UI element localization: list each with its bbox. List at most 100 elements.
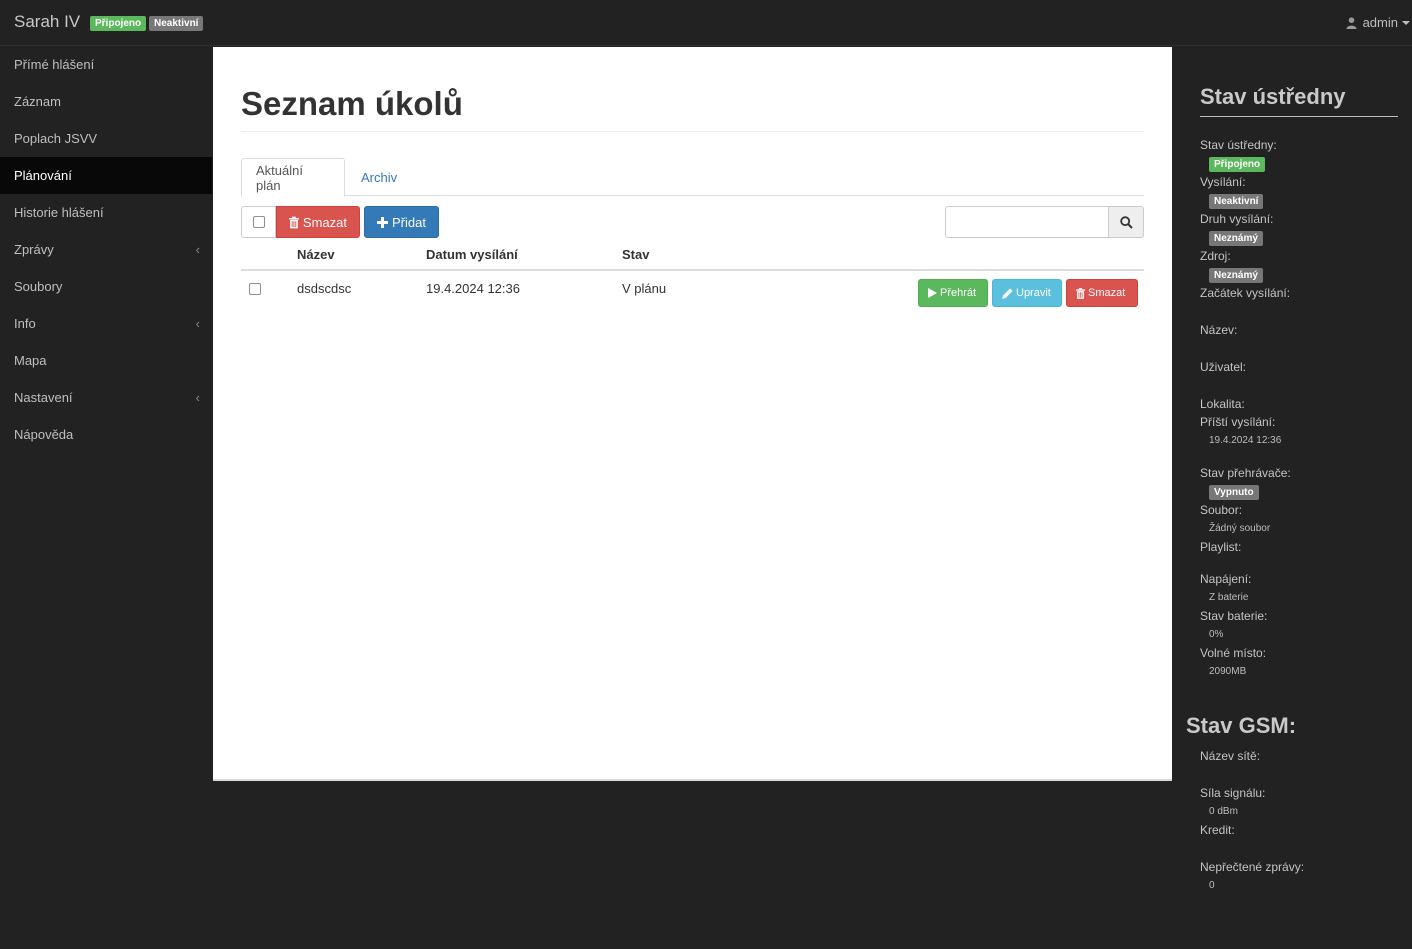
central-state-badge: Připojeno <box>1209 157 1266 172</box>
task-table: Název Datum vysílání Stav dsdscdsc 19.4.… <box>241 240 1144 307</box>
table-row: dsdscdsc 19.4.2024 12:36 V plánu Přehrát… <box>241 271 1144 307</box>
tab-archiv[interactable]: Archiv <box>347 158 411 197</box>
delete-selected-label: Smazat <box>302 214 347 230</box>
select-all-checkbox[interactable] <box>252 216 265 228</box>
top-navbar: Sarah IV Připojeno Neaktivní admin <box>0 0 1412 46</box>
unread-messages-value: 0 <box>1209 880 1215 891</box>
user-name: admin <box>1362 15 1398 30</box>
file-value: Žádný soubor <box>1209 523 1271 534</box>
delete-selected-button[interactable]: Smazat <box>276 206 360 238</box>
main-panel: Seznam úkolů Aktuální plán Archiv Smazat <box>213 47 1172 781</box>
broadcast-type-badge: Neznámý <box>1209 231 1263 246</box>
row-checkbox[interactable] <box>249 283 261 295</box>
chevron-down-icon <box>1402 20 1410 25</box>
credit-label: Kredit: <box>1200 823 1235 837</box>
battery-value: 0% <box>1209 629 1224 640</box>
tab-aktualni-plan[interactable]: Aktuální plán <box>241 158 345 197</box>
sidebar-item-label: Přímé hlášení <box>14 57 95 72</box>
central-state-label: Stav ústředny: <box>1200 138 1277 152</box>
inactive-badge: Neaktivní <box>149 16 204 31</box>
edit-label: Upravit <box>1016 287 1051 299</box>
pencil-icon <box>1002 288 1013 299</box>
status-panel: Stav ústředny Stav ústředny: Připojeno V… <box>1172 47 1412 949</box>
file-label: Soubor: <box>1200 503 1243 517</box>
tab-bar: Aktuální plán Archiv <box>241 158 1144 197</box>
trash-icon <box>1076 287 1085 299</box>
column-header-state[interactable]: Stav <box>622 247 649 262</box>
sidebar-item-info[interactable]: Info ‹ <box>0 305 212 342</box>
page-header: Seznam úkolů <box>241 85 1144 132</box>
user-icon <box>1346 16 1357 29</box>
sidebar-item-label: Nastavení <box>14 390 73 405</box>
free-space-label: Volné místo: <box>1200 646 1267 660</box>
column-header-name[interactable]: Název <box>297 247 335 262</box>
chevron-left-icon: ‹ <box>195 242 200 257</box>
row-delete-label: Smazat <box>1088 287 1126 299</box>
power-value: Z baterie <box>1209 592 1249 603</box>
sidebar-item-soubory[interactable]: Soubory <box>0 268 212 305</box>
battery-label: Stav baterie: <box>1200 609 1268 623</box>
sidebar-item-nastaveni[interactable]: Nastavení ‹ <box>0 379 212 416</box>
next-broadcast-label: Příští vysílání: <box>1200 415 1276 429</box>
start-label: Začátek vysílání: <box>1200 286 1291 300</box>
player-state-badge: Vypnuto <box>1209 485 1259 500</box>
signal-label: Síla signálu: <box>1200 786 1266 800</box>
broadcast-badge: Neaktivní <box>1209 194 1264 209</box>
sidebar-item-napoveda[interactable]: Nápověda <box>0 416 212 453</box>
broadcast-type-label: Druh vysílání: <box>1200 212 1274 226</box>
play-button[interactable]: Přehrát <box>918 279 988 307</box>
gsm-title: Stav GSM: <box>1186 713 1297 738</box>
select-all-checkbox-wrapper <box>241 206 276 238</box>
connected-badge: Připojeno <box>90 16 147 31</box>
sidebar-item-zpravy[interactable]: Zprávy ‹ <box>0 231 212 268</box>
search-button[interactable] <box>1108 206 1144 238</box>
source-label: Zdroj: <box>1200 249 1231 263</box>
locality-label: Lokalita: <box>1200 397 1245 411</box>
search-input[interactable] <box>945 206 1109 238</box>
row-delete-button[interactable]: Smazat <box>1066 279 1138 307</box>
source-badge: Neznámý <box>1209 268 1263 283</box>
edit-button[interactable]: Upravit <box>992 279 1062 307</box>
player-state-label: Stav přehrávače: <box>1200 466 1291 480</box>
sidebar-item-planovani[interactable]: Plánování <box>0 157 212 194</box>
sidebar-item-prime-hlaseni[interactable]: Přímé hlášení <box>0 46 212 83</box>
free-space-value: 2090MB <box>1209 666 1247 677</box>
sidebar-item-poplach-jsvv[interactable]: Poplach JSVV <box>0 120 212 157</box>
power-label: Napájení: <box>1200 572 1252 586</box>
network-name-label: Název sítě: <box>1200 749 1261 763</box>
user-menu[interactable]: admin <box>1346 15 1410 30</box>
sidebar-item-label: Info <box>14 316 36 331</box>
signal-value: 0 dBm <box>1209 806 1238 817</box>
chevron-left-icon: ‹ <box>195 390 200 405</box>
unread-messages-label: Nepřečtené zprávy: <box>1200 860 1305 874</box>
name-label: Název: <box>1200 323 1238 337</box>
row-date: 19.4.2024 12:36 <box>426 281 520 296</box>
column-header-date[interactable]: Datum vysílání <box>426 247 518 262</box>
next-broadcast-value: 19.4.2024 12:36 <box>1209 435 1282 446</box>
toolbar: Smazat Přidat <box>241 206 1144 238</box>
broadcast-label: Vysílání: <box>1200 175 1246 189</box>
sidebar-item-label: Záznam <box>14 94 61 109</box>
plus-icon <box>377 216 388 228</box>
sidebar-item-label: Zprávy <box>14 242 54 257</box>
row-state: V plánu <box>622 281 667 296</box>
page-title: Seznam úkolů <box>241 85 463 122</box>
sidebar-item-zaznam[interactable]: Záznam <box>0 83 212 120</box>
sidebar: Přímé hlášení Záznam Poplach JSVV Plánov… <box>0 46 212 453</box>
play-icon <box>928 288 937 298</box>
play-label: Přehrát <box>940 287 977 299</box>
app-title[interactable]: Sarah IV <box>14 12 80 32</box>
playlist-label: Playlist: <box>1200 540 1242 554</box>
add-button[interactable]: Přidat <box>364 206 439 238</box>
chevron-left-icon: ‹ <box>195 316 200 331</box>
sidebar-item-historie-hlaseni[interactable]: Historie hlášení <box>0 194 212 231</box>
sidebar-item-label: Soubory <box>14 279 63 294</box>
status-title: Stav ústředny <box>1200 84 1398 117</box>
sidebar-item-mapa[interactable]: Mapa <box>0 342 212 379</box>
table-header: Název Datum vysílání Stav <box>241 240 1144 271</box>
row-name: dsdscdsc <box>297 281 352 296</box>
sidebar-item-label: Historie hlášení <box>14 205 104 220</box>
trash-icon <box>289 216 299 228</box>
add-label: Přidat <box>392 214 426 230</box>
sidebar-item-label: Mapa <box>14 353 47 368</box>
